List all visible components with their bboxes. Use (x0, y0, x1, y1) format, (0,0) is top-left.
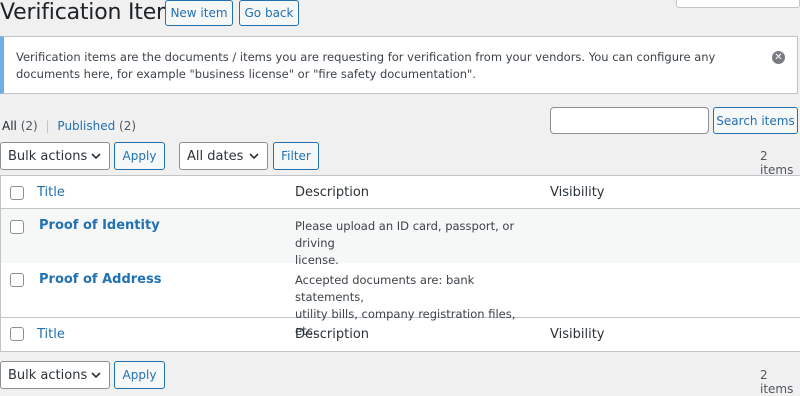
row-description: Please upload an ID card, passport, or d… (295, 218, 535, 269)
dates-filter-select[interactable]: All dates (179, 142, 268, 170)
search-input[interactable] (550, 107, 709, 134)
items-count-bottom: 2 items (760, 368, 794, 396)
column-description: Description (295, 185, 370, 200)
bulk-actions-value: Bulk actions (8, 148, 88, 164)
select-all-checkbox[interactable] (10, 186, 24, 200)
screen-options-tab[interactable] (676, 0, 800, 8)
filter-button[interactable]: Filter (273, 142, 319, 170)
dismiss-icon[interactable]: ✕ (772, 51, 785, 64)
apply-button-top[interactable]: Apply (114, 142, 165, 170)
view-all-link[interactable]: All (2, 119, 17, 133)
bulk-actions-select-top[interactable]: Bulk actions (0, 142, 110, 170)
row-checkbox[interactable] (10, 273, 24, 287)
page-title: Verification Items (0, 0, 189, 25)
notice-text: Verification items are the documents / i… (16, 50, 716, 81)
select-all-checkbox-footer[interactable] (10, 327, 24, 341)
chevron-down-icon (249, 153, 259, 160)
column-visibility: Visibility (550, 185, 605, 200)
view-published-link[interactable]: Published (57, 119, 115, 133)
column-title[interactable]: Title (37, 185, 65, 200)
column-description-footer: Description (295, 327, 370, 342)
search-items-button[interactable]: Search items (713, 107, 798, 134)
column-visibility-footer: Visibility (550, 327, 605, 342)
chevron-down-icon (91, 153, 101, 160)
go-back-button[interactable]: Go back (239, 0, 299, 26)
apply-button-bottom[interactable]: Apply (114, 361, 165, 389)
view-all-count: (2) (20, 119, 38, 133)
items-count-top: 2 items (760, 149, 794, 177)
column-title-footer[interactable]: Title (37, 327, 65, 342)
row-checkbox[interactable] (10, 220, 24, 234)
bulk-actions-select-bottom[interactable]: Bulk actions (0, 361, 110, 389)
chevron-down-icon (91, 372, 101, 379)
dates-value: All dates (187, 148, 244, 164)
separator: | (45, 119, 50, 133)
row-description-line: license. (295, 253, 339, 267)
view-published-count: (2) (119, 119, 137, 133)
new-item-button[interactable]: New item (165, 0, 233, 26)
view-filters: All (2) | Published (2) (2, 119, 136, 133)
info-notice: Verification items are the documents / i… (0, 36, 798, 94)
row-description-line: Please upload an ID card, passport, or d… (295, 219, 515, 250)
row-title-link[interactable]: Proof of Address (39, 272, 161, 287)
bulk-actions-value: Bulk actions (8, 367, 88, 383)
row-description-line: Accepted documents are: bank statements, (295, 273, 475, 304)
row-title-link[interactable]: Proof of Identity (39, 218, 160, 233)
